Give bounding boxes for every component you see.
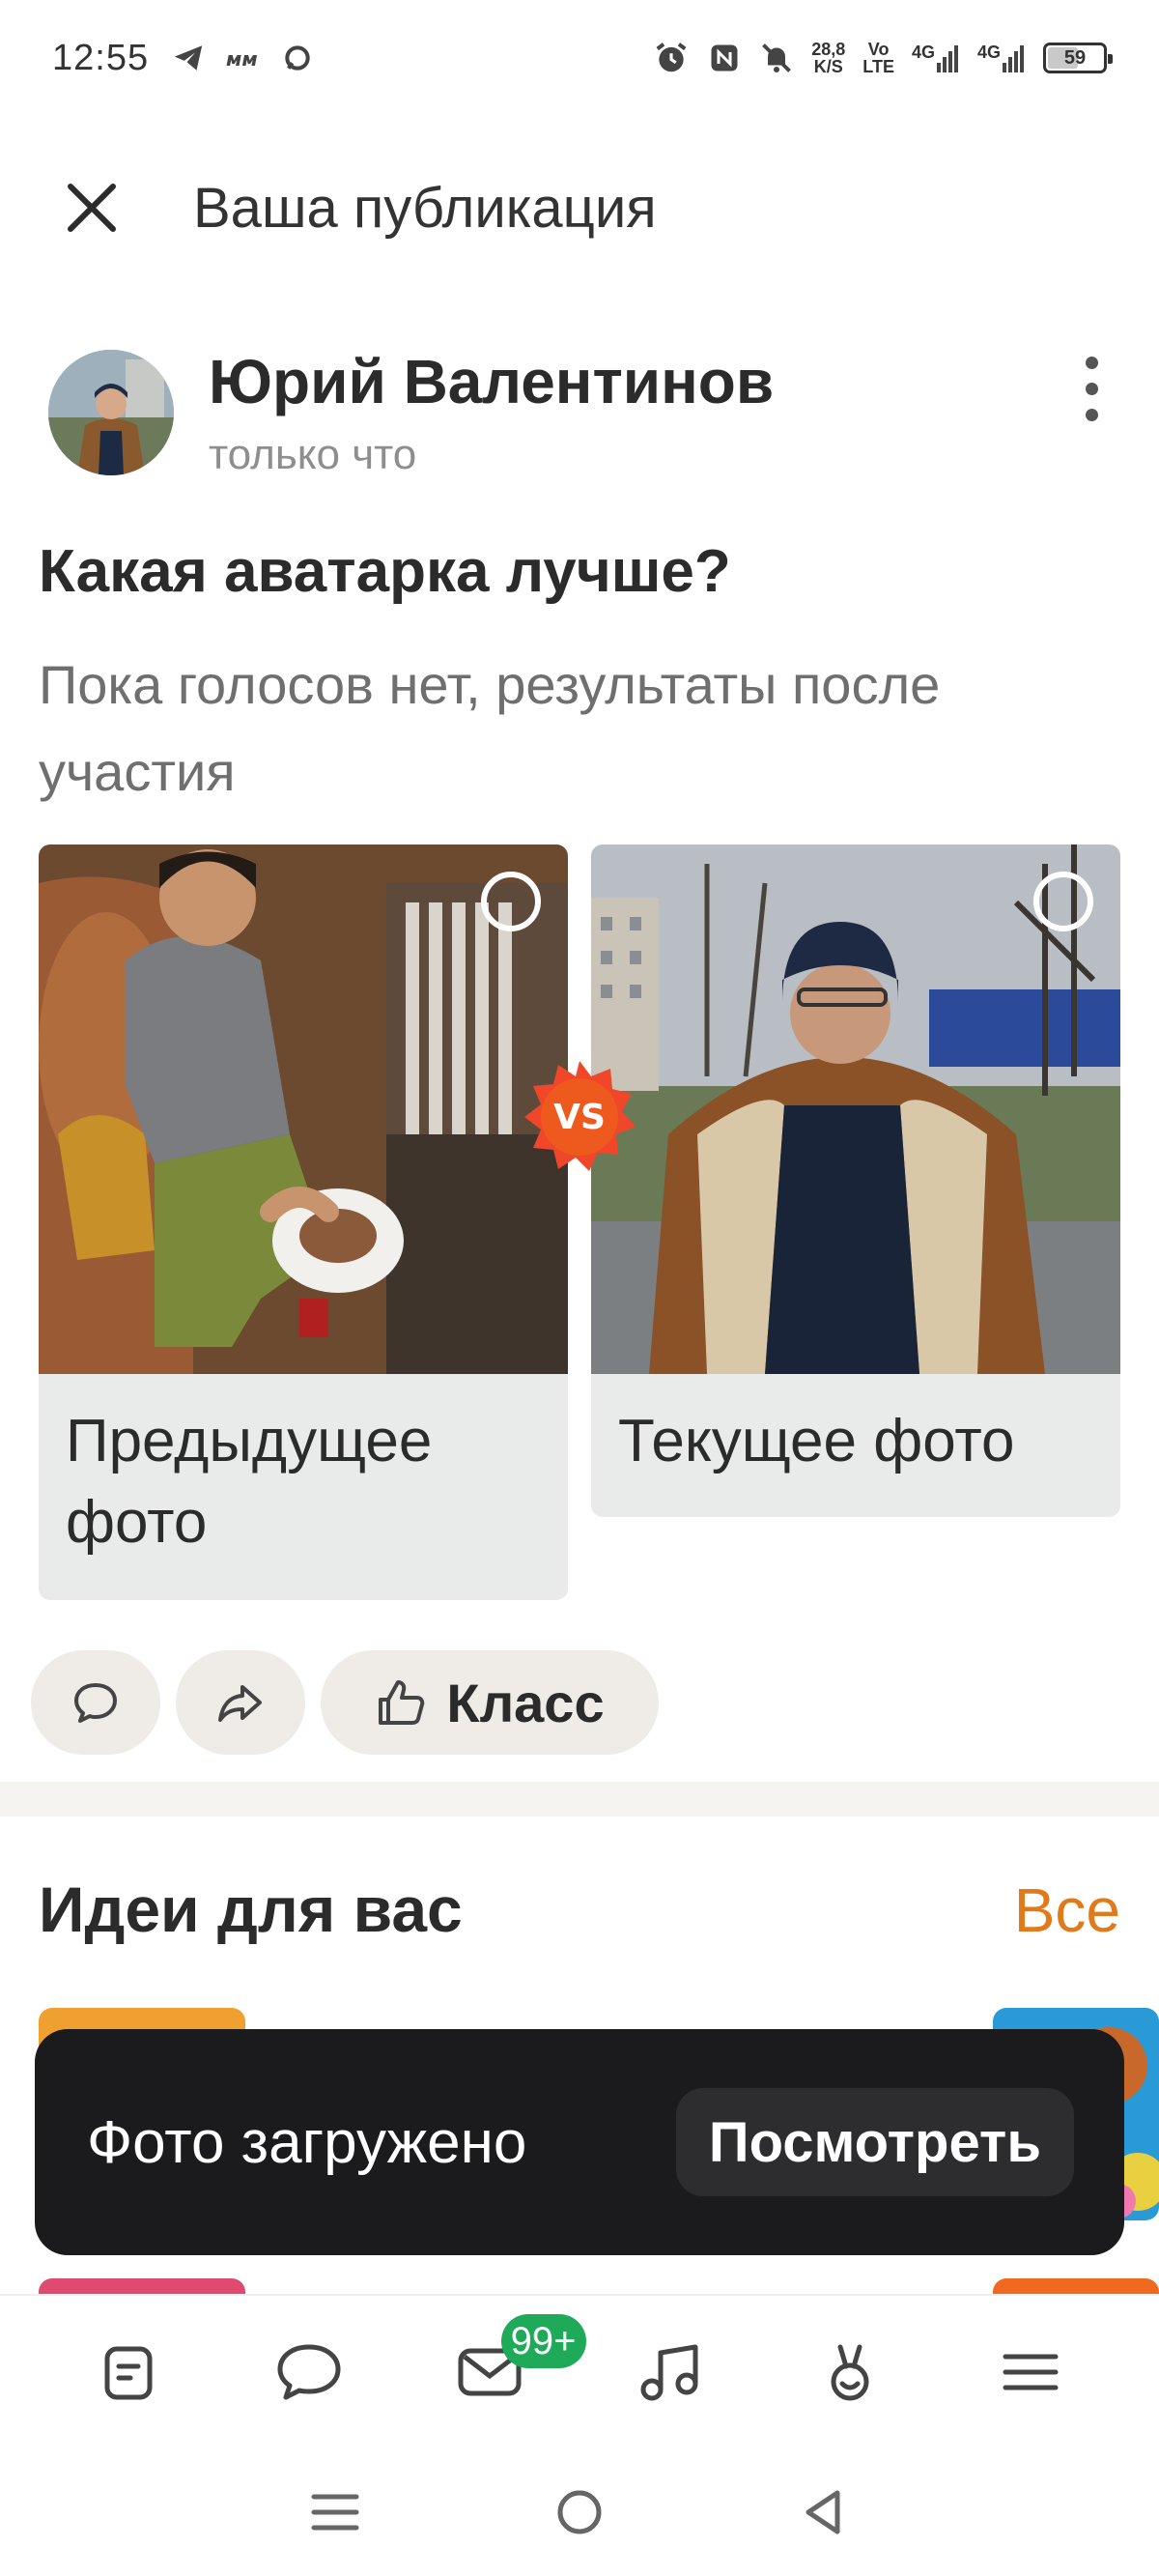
- vs-badge: VS: [524, 1061, 636, 1171]
- like-label: Класс: [446, 1672, 605, 1733]
- post-author: Юрий Валентинов только что: [48, 347, 1120, 485]
- share-icon: [218, 1685, 262, 1722]
- vs-label: VS: [553, 1098, 606, 1137]
- system-navigation: [0, 2448, 1159, 2576]
- music-icon: [640, 2344, 698, 2401]
- comment-icon: [74, 1683, 117, 1723]
- signal-sim2: 4G: [977, 43, 1026, 72]
- nav-gifts[interactable]: [792, 2314, 908, 2430]
- menu-icon: [1003, 2354, 1059, 2390]
- status-time: 12:55: [52, 37, 150, 78]
- svg-text:мм: мм: [226, 47, 258, 71]
- back-button[interactable]: [785, 2474, 862, 2551]
- share-button[interactable]: [176, 1650, 305, 1755]
- close-icon: [68, 184, 116, 232]
- post-actions: Класс: [31, 1650, 659, 1755]
- poll-option-label: Предыдущее фото: [66, 1408, 433, 1556]
- messages-badge: 99+: [500, 2314, 586, 2368]
- page-header: Ваша публикация: [0, 155, 1159, 261]
- volte-indicator: Vo LTE: [862, 40, 894, 76]
- status-system-icons: 28,8 K/S Vo LTE 4G 4G 59: [653, 40, 1113, 76]
- author-name[interactable]: Юрий Валентинов: [209, 346, 774, 417]
- signal-bars-icon: [1003, 45, 1024, 72]
- gifts-icon: [831, 2344, 869, 2401]
- battery-indicator: 59: [1043, 43, 1113, 73]
- recents-icon: [311, 2494, 359, 2531]
- nfc-icon: [711, 44, 738, 72]
- comment-button[interactable]: [31, 1650, 160, 1755]
- ideas-title: Идеи для вас: [39, 1874, 463, 1945]
- recents-button[interactable]: [297, 2474, 374, 2551]
- signal-bars-icon: [936, 45, 958, 72]
- photo-man-outdoor: [591, 844, 1120, 1374]
- poll-subtitle: Пока голосов нет, результаты после участ…: [39, 654, 941, 802]
- more-dot-icon: [1085, 356, 1098, 369]
- nav-feed[interactable]: [71, 2314, 186, 2430]
- upload-toast: Фото загружено Посмотреть: [35, 2029, 1124, 2255]
- poll-option-label: Текущее фото: [618, 1408, 1015, 1474]
- section-divider: [0, 1782, 1159, 1817]
- chat-icon: [277, 2344, 341, 2400]
- more-options-button[interactable]: [1062, 350, 1120, 427]
- avatar-image: [48, 350, 174, 475]
- chat-bubble-status-icon: [285, 45, 310, 71]
- poll-option-image: [591, 844, 1120, 1374]
- feed-icon: [104, 2346, 153, 2400]
- view-photo-button[interactable]: Посмотреть: [675, 2088, 1074, 2196]
- page-title: Ваша публикация: [193, 176, 657, 240]
- home-button[interactable]: [541, 2474, 618, 2551]
- network-speed: 28,8 K/S: [811, 40, 846, 76]
- poll-title: Какая аватарка лучше?: [39, 538, 731, 605]
- toast-text: Фото загружено: [87, 2108, 527, 2176]
- mute-icon: [762, 43, 792, 72]
- alarm-icon: [656, 43, 687, 72]
- author-info: Юрий Валентинов только что: [209, 346, 774, 479]
- back-icon: [806, 2490, 840, 2534]
- status-bar: 12:55 мм 28,8 K/S Vo LTE 4G 4G 59: [0, 0, 1159, 116]
- bottom-navigation: 99+: [0, 2294, 1159, 2448]
- nav-menu[interactable]: [973, 2314, 1088, 2430]
- signal-sim1: 4G: [912, 43, 960, 72]
- nav-music[interactable]: [611, 2314, 727, 2430]
- poll-option-current[interactable]: Текущее фото: [591, 844, 1120, 1517]
- home-icon: [557, 2490, 602, 2534]
- more-dot-icon: [1085, 408, 1098, 421]
- status-notification-icons: мм: [172, 42, 313, 74]
- more-dot-icon: [1085, 382, 1098, 395]
- poll-option-image: [39, 844, 568, 1374]
- close-button[interactable]: [58, 174, 126, 242]
- photo-man-sitting: [39, 844, 568, 1374]
- poll-radio-button[interactable]: [481, 872, 541, 931]
- poll-option-previous[interactable]: Предыдущее фото: [39, 844, 568, 1600]
- telegram-icon: [174, 45, 203, 71]
- mm-app-icon: мм: [226, 47, 258, 71]
- thumbs-up-icon: [379, 1680, 425, 1725]
- avatar[interactable]: [48, 350, 174, 475]
- like-button[interactable]: Класс: [321, 1650, 659, 1755]
- post-time: только что: [209, 431, 417, 478]
- poll-radio-button[interactable]: [1033, 872, 1093, 931]
- nav-messages[interactable]: 99+: [432, 2314, 586, 2430]
- ideas-all-link[interactable]: Все: [1014, 1875, 1120, 1946]
- nav-discussions[interactable]: [251, 2314, 367, 2430]
